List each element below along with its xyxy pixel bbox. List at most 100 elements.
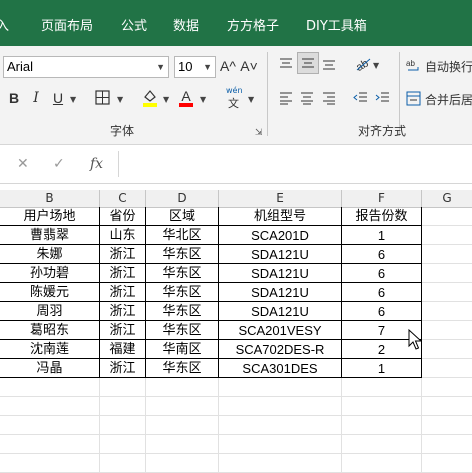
empty-cell[interactable] (422, 359, 472, 378)
table-cell[interactable]: 浙江 (100, 264, 146, 283)
table-cell[interactable]: 用户场地 (0, 207, 100, 226)
empty-cell[interactable] (219, 454, 342, 473)
table-cell[interactable]: SCA201D (219, 226, 342, 245)
table-cell[interactable]: 葛昭东 (0, 321, 100, 340)
table-cell[interactable]: SCA702DES-R (219, 340, 342, 359)
empty-cell[interactable] (422, 416, 472, 435)
font-size-select[interactable]: 10 ▼ (174, 56, 216, 78)
table-cell[interactable]: SCA201VESY (219, 321, 342, 340)
empty-cell[interactable] (219, 378, 342, 397)
column-header-b[interactable]: B (0, 190, 100, 207)
table-cell[interactable]: SDA121U (219, 264, 342, 283)
empty-cell[interactable] (422, 226, 472, 245)
empty-cell[interactable] (422, 245, 472, 264)
empty-cell[interactable] (219, 416, 342, 435)
tab-diy-toolbox[interactable]: DIY工具箱 (306, 19, 367, 35)
font-name-select[interactable]: Arial ▼ (3, 56, 169, 78)
empty-cell[interactable] (0, 416, 100, 435)
empty-cell[interactable] (100, 416, 146, 435)
enter-icon[interactable]: ✓ (53, 156, 65, 172)
align-top-button[interactable] (279, 56, 293, 70)
insert-function-icon[interactable]: fx (90, 156, 103, 172)
wrap-text-button[interactable]: ab 自动换行 (406, 57, 472, 75)
align-left-button[interactable] (279, 90, 293, 105)
chevron-down-icon[interactable]: ▼ (373, 61, 379, 70)
empty-cell[interactable] (422, 397, 472, 416)
dialog-launcher-icon[interactable]: ⇲ (255, 128, 263, 138)
cancel-icon[interactable]: ✕ (17, 156, 29, 172)
increase-font-size-button[interactable]: A^ (219, 57, 237, 75)
empty-cell[interactable] (422, 321, 472, 340)
empty-cell[interactable] (422, 340, 472, 359)
empty-cell[interactable] (422, 435, 472, 454)
empty-cell[interactable] (100, 378, 146, 397)
table-cell[interactable]: 浙江 (100, 302, 146, 321)
table-cell[interactable]: 6 (342, 245, 422, 264)
table-cell[interactable]: 山东 (100, 226, 146, 245)
empty-cell[interactable] (219, 397, 342, 416)
table-cell[interactable]: 华东区 (146, 283, 219, 302)
table-cell[interactable]: 孙功碧 (0, 264, 100, 283)
empty-cell[interactable] (146, 416, 219, 435)
tab-insert[interactable]: 入 (0, 19, 9, 35)
align-middle-button[interactable] (297, 52, 319, 74)
table-cell[interactable]: 浙江 (100, 321, 146, 340)
align-center-button[interactable] (300, 90, 314, 105)
table-cell[interactable]: 浙江 (100, 283, 146, 302)
phonetic-guide-button[interactable]: wén 文 (226, 86, 243, 110)
table-cell[interactable]: 周羽 (0, 302, 100, 321)
empty-cell[interactable] (0, 378, 100, 397)
empty-cell[interactable] (100, 435, 146, 454)
tab-fangfang-gezi[interactable]: 方方格子 (227, 19, 279, 35)
table-cell[interactable]: 区域 (146, 207, 219, 226)
chevron-down-icon[interactable]: ▼ (117, 95, 123, 104)
table-cell[interactable]: 朱娜 (0, 245, 100, 264)
table-cell[interactable]: 报告份数 (342, 207, 422, 226)
table-cell[interactable]: 华东区 (146, 302, 219, 321)
table-cell[interactable]: 陈媛元 (0, 283, 100, 302)
empty-cell[interactable] (146, 454, 219, 473)
merge-center-button[interactable]: 合并后居 (406, 90, 472, 108)
empty-cell[interactable] (342, 416, 422, 435)
table-cell[interactable]: 冯晶 (0, 359, 100, 378)
table-cell[interactable]: SCA301DES (219, 359, 342, 378)
empty-cell[interactable] (342, 378, 422, 397)
empty-cell[interactable] (422, 264, 472, 283)
table-cell[interactable]: 沈南莲 (0, 340, 100, 359)
table-cell[interactable]: 6 (342, 302, 422, 321)
chevron-down-icon[interactable]: ▼ (200, 95, 206, 104)
chevron-down-icon[interactable]: ▼ (70, 95, 76, 104)
orientation-button[interactable]: ab (354, 54, 372, 74)
increase-indent-button[interactable] (375, 90, 390, 104)
table-cell[interactable]: 6 (342, 264, 422, 283)
borders-button[interactable] (95, 90, 110, 105)
table-cell[interactable]: SDA121U (219, 283, 342, 302)
empty-cell[interactable] (342, 435, 422, 454)
chevron-down-icon[interactable]: ▼ (163, 95, 169, 104)
decrease-indent-button[interactable] (353, 90, 368, 104)
table-cell[interactable]: 省份 (100, 207, 146, 226)
table-cell[interactable]: 华东区 (146, 321, 219, 340)
formula-input[interactable] (118, 151, 472, 177)
table-cell[interactable]: SDA121U (219, 302, 342, 321)
empty-cell[interactable] (0, 454, 100, 473)
table-cell[interactable]: 1 (342, 359, 422, 378)
table-cell[interactable]: 华东区 (146, 245, 219, 264)
decrease-font-size-button[interactable]: A˅ (240, 57, 258, 75)
table-cell[interactable]: 浙江 (100, 359, 146, 378)
font-color-button[interactable]: A (178, 87, 194, 107)
empty-cell[interactable] (422, 302, 472, 321)
empty-cell[interactable] (342, 454, 422, 473)
column-header-g[interactable]: G (422, 190, 472, 207)
table-cell[interactable]: 华北区 (146, 226, 219, 245)
tab-formulas[interactable]: 公式 (121, 19, 147, 35)
table-cell[interactable]: 华东区 (146, 264, 219, 283)
empty-cell[interactable] (100, 397, 146, 416)
bold-button[interactable]: B (6, 89, 22, 107)
column-header-e[interactable]: E (219, 190, 342, 207)
fill-color-button[interactable] (142, 88, 158, 107)
empty-cell[interactable] (219, 435, 342, 454)
empty-cell[interactable] (422, 454, 472, 473)
empty-cell[interactable] (100, 454, 146, 473)
italic-button[interactable]: I (28, 89, 44, 107)
